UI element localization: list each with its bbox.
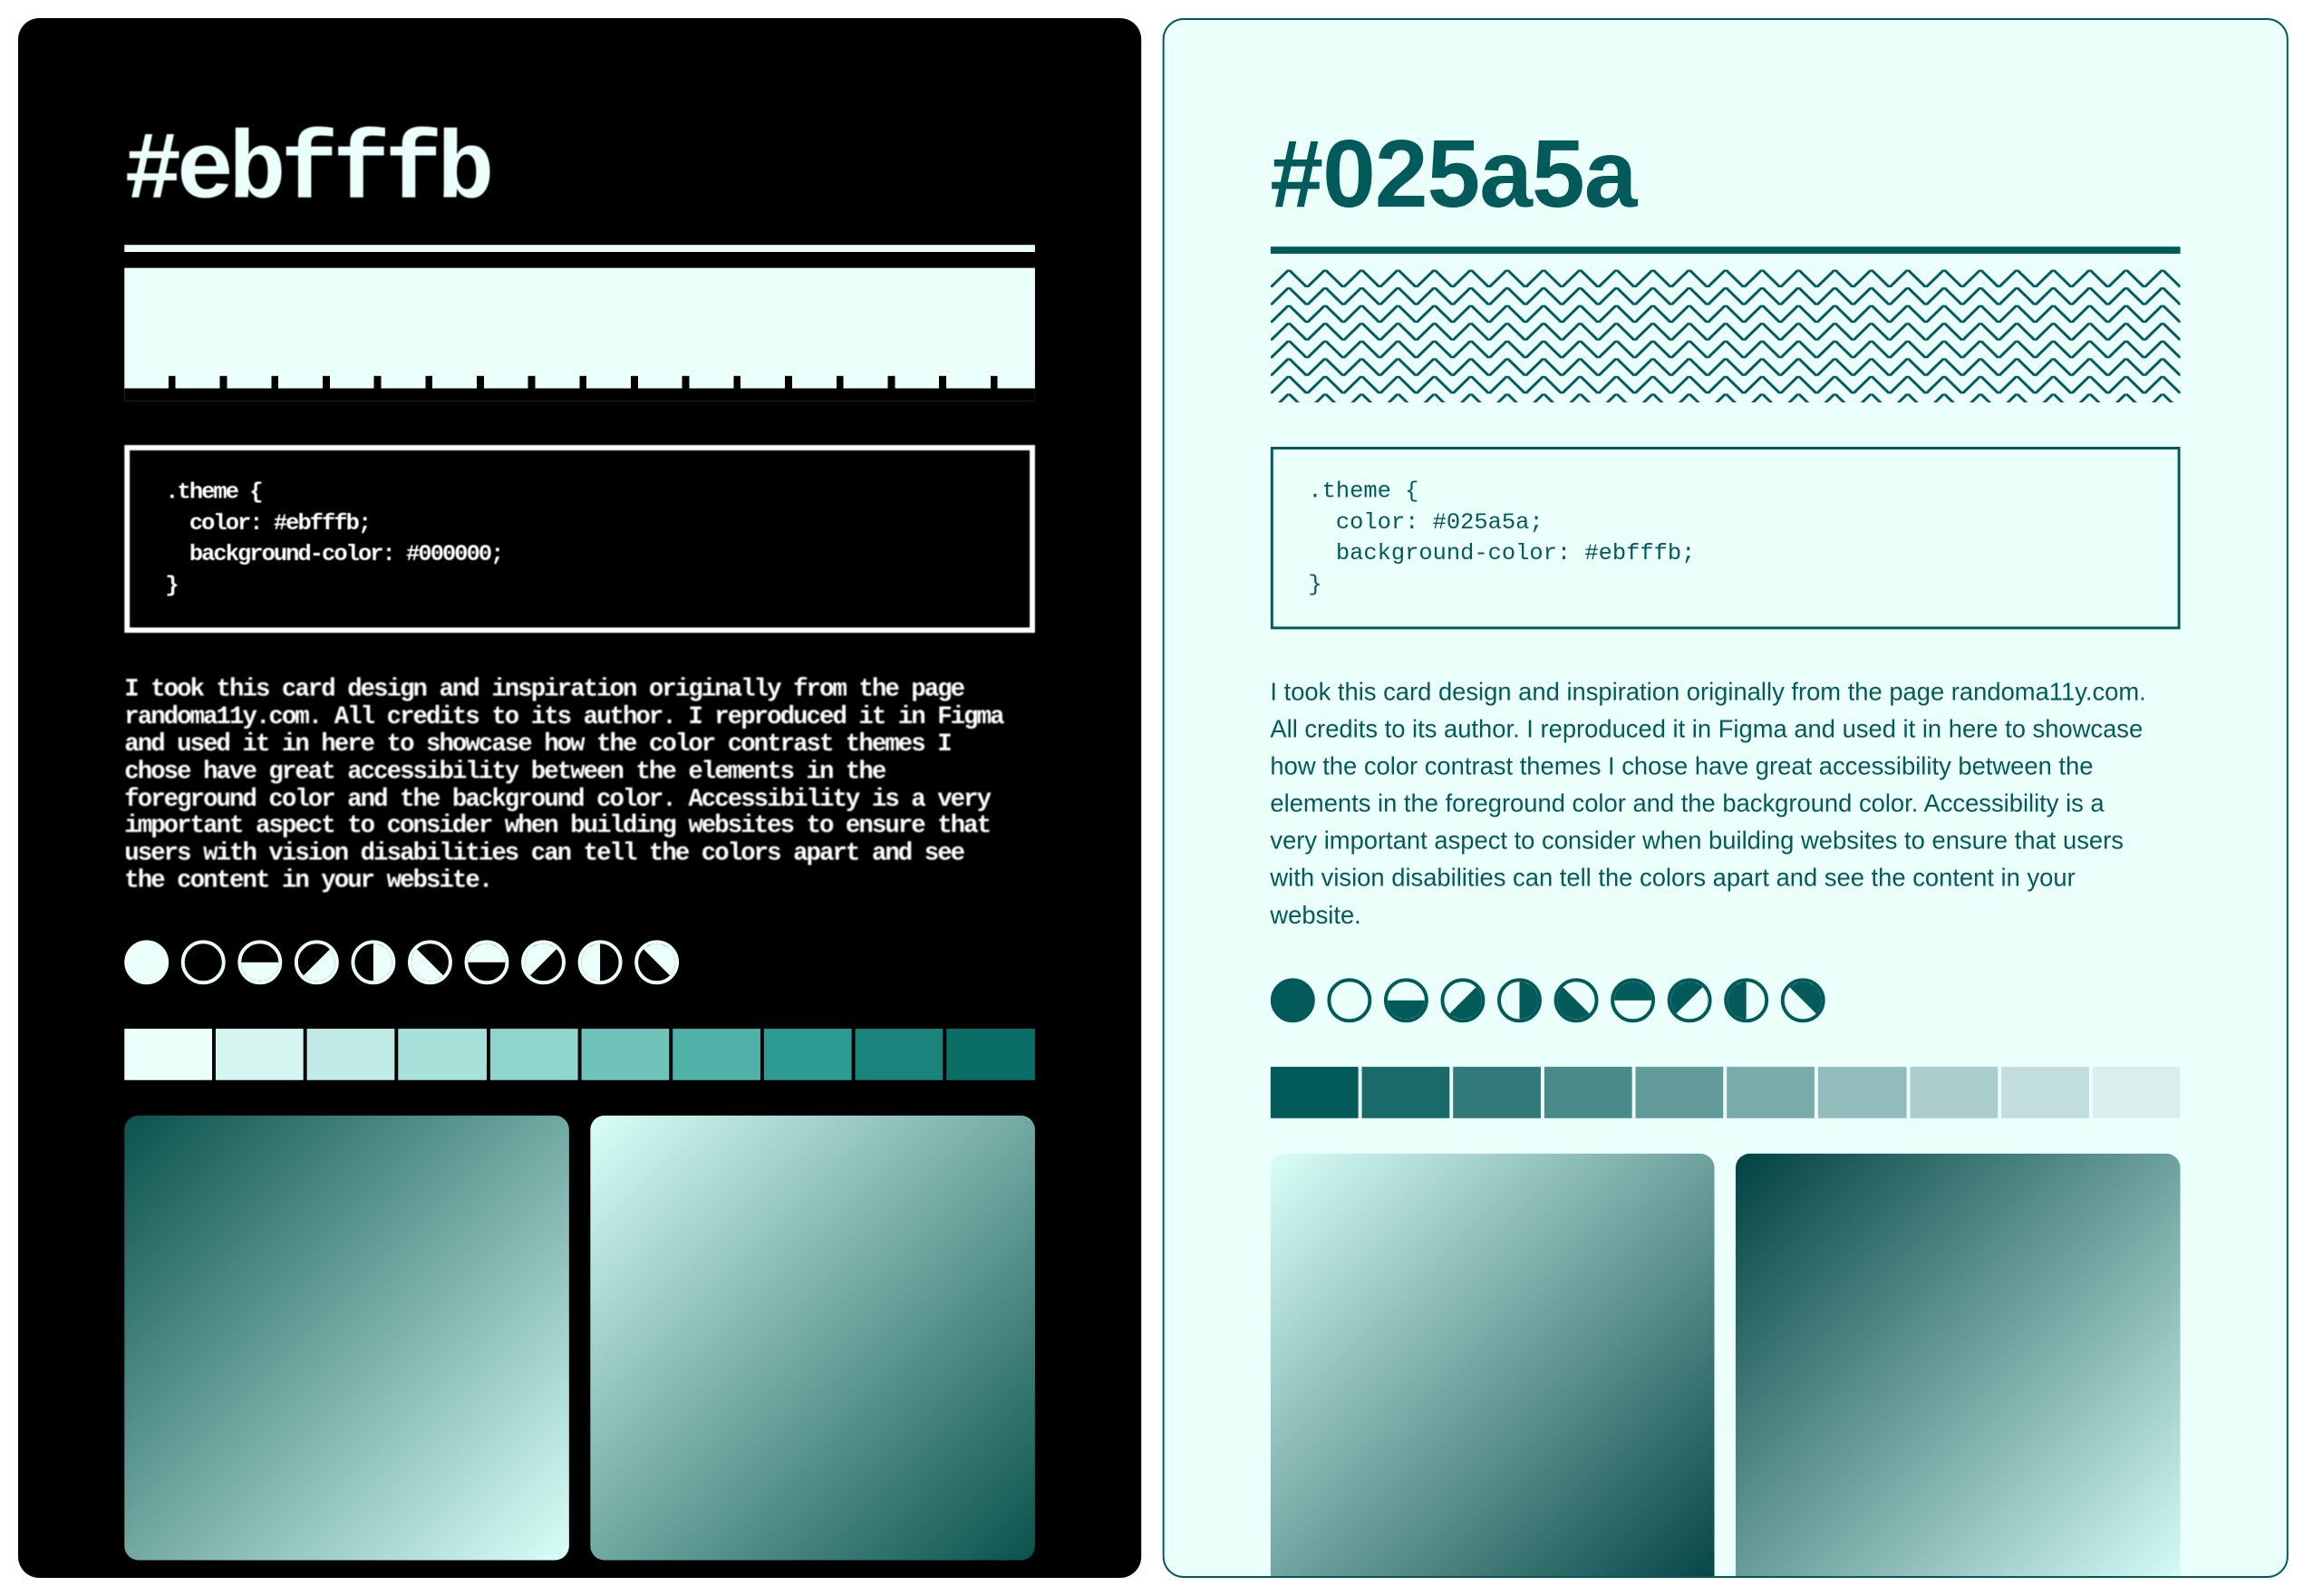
color-swatch — [764, 1029, 852, 1080]
circle-full-icon — [124, 940, 169, 984]
circle-icons-row — [1270, 979, 2180, 1023]
circle-half-top-icon — [465, 940, 509, 984]
circle-half-left-icon — [578, 940, 623, 984]
card-title: #ebfffb — [124, 124, 1034, 220]
color-card-left: #ebfffb .theme { color: #ebfffb; backgro… — [18, 18, 1141, 1578]
circle-half-left-icon — [1724, 979, 1768, 1023]
gradient-row — [124, 1116, 1034, 1560]
color-swatch — [1453, 1067, 1541, 1118]
circle-full-icon — [1270, 979, 1314, 1023]
gradient-preview — [1736, 1154, 2180, 1578]
color-swatch — [1636, 1067, 1724, 1118]
color-swatch — [1910, 1067, 1998, 1118]
circle-half-bottom-icon — [1383, 979, 1428, 1023]
circle-empty-icon — [181, 940, 226, 984]
card-title: #025a5a — [1270, 126, 2180, 222]
color-swatch — [1544, 1067, 1632, 1118]
color-swatch — [1361, 1067, 1449, 1118]
color-swatch — [216, 1029, 304, 1080]
gradient-row — [1270, 1154, 2180, 1578]
color-swatch — [2093, 1067, 2181, 1118]
color-swatch — [1270, 1067, 1358, 1118]
swatch-row — [1270, 1067, 2180, 1118]
color-swatch — [673, 1029, 760, 1080]
theme-code-block: .theme { color: #025a5a; background-colo… — [1270, 447, 2180, 630]
swatch-row — [124, 1029, 1034, 1080]
circle-diag-tl-icon — [634, 940, 679, 984]
circle-empty-icon — [1327, 979, 1371, 1023]
color-swatch — [1818, 1067, 1906, 1118]
color-swatch — [399, 1029, 487, 1080]
color-swatch — [2001, 1067, 2089, 1118]
circle-diag-tr-icon — [1667, 979, 1711, 1023]
circle-half-right-icon — [1497, 979, 1542, 1023]
divider-rule — [124, 245, 1034, 252]
gradient-preview — [124, 1116, 568, 1560]
circle-diag-br-icon — [295, 940, 339, 984]
color-card-right: #025a5a .theme { color: #025a5a; backgro… — [1162, 18, 2289, 1578]
pattern-band — [124, 268, 1034, 401]
gradient-preview — [1270, 1154, 1714, 1578]
color-swatch — [1727, 1067, 1815, 1118]
circle-diag-bl-icon — [1554, 979, 1598, 1023]
color-swatch — [490, 1029, 578, 1080]
description-paragraph: I took this card design and inspiration … — [124, 677, 1010, 895]
circle-icons-row — [124, 940, 1034, 984]
circle-diag-bl-icon — [408, 940, 452, 984]
color-swatch — [581, 1029, 669, 1080]
circle-half-right-icon — [351, 940, 395, 984]
color-swatch — [124, 1029, 212, 1080]
color-swatch — [856, 1029, 944, 1080]
circle-half-bottom-icon — [237, 940, 282, 984]
theme-code-block: .theme { color: #ebfffb; background-colo… — [124, 445, 1034, 634]
gradient-preview — [590, 1116, 1034, 1560]
circle-diag-br-icon — [1440, 979, 1485, 1023]
pattern-band — [1270, 270, 2180, 403]
circle-diag-tl-icon — [1780, 979, 1825, 1023]
circle-diag-tr-icon — [521, 940, 566, 984]
color-swatch — [307, 1029, 395, 1080]
description-paragraph: I took this card design and inspiration … — [1270, 674, 2155, 934]
circle-half-top-icon — [1611, 979, 1655, 1023]
color-swatch — [947, 1029, 1035, 1080]
divider-rule — [1270, 247, 2180, 254]
